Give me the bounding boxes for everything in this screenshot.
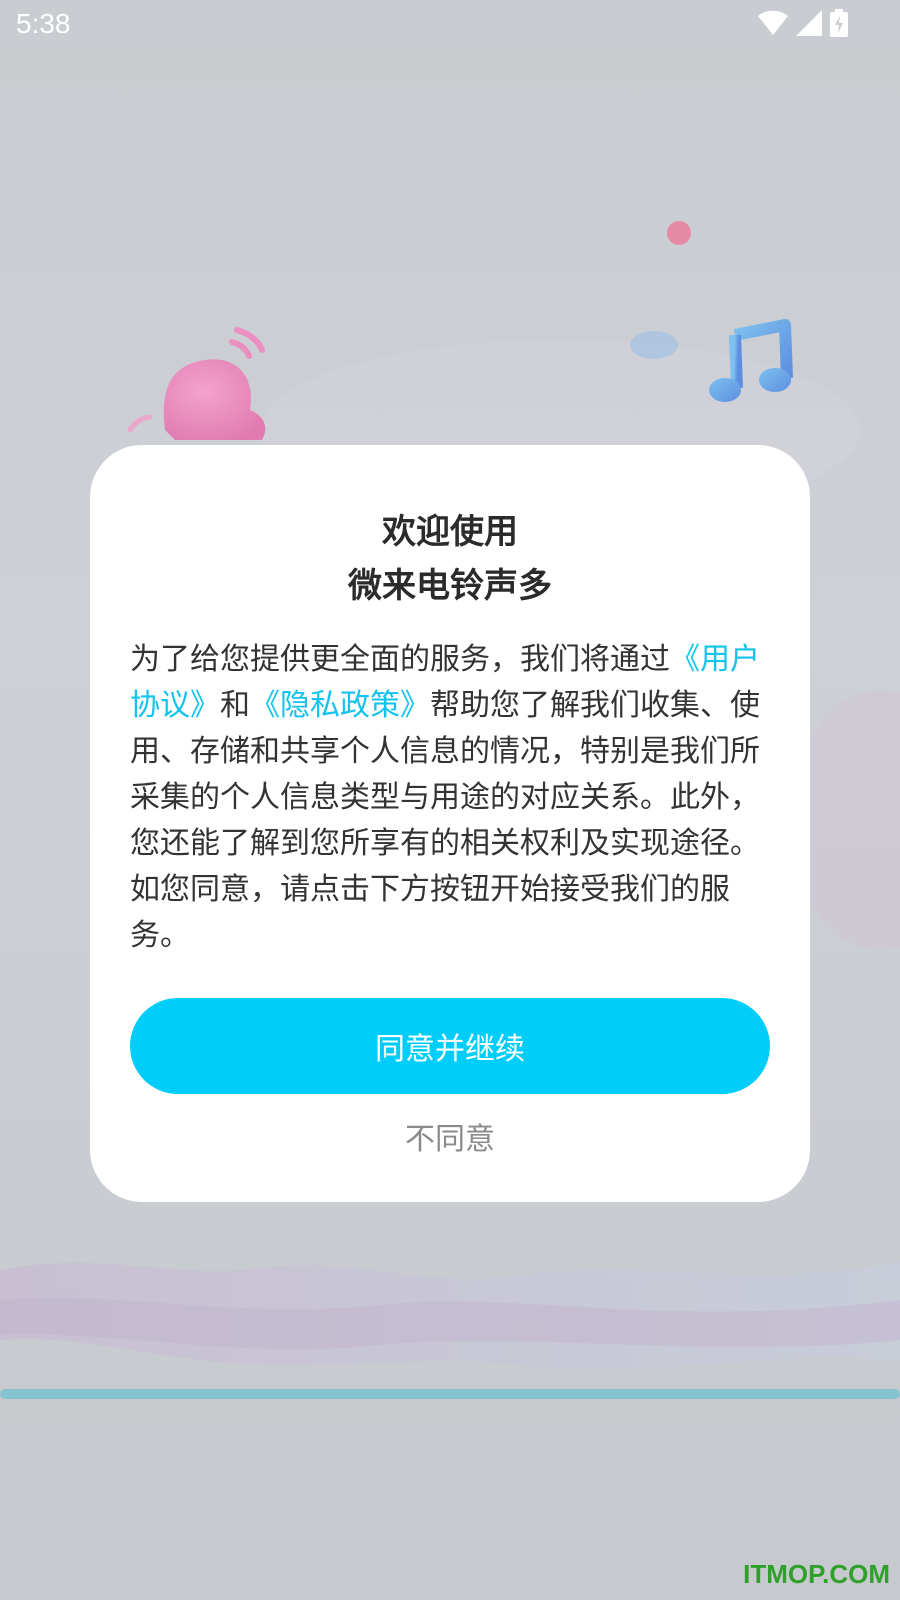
dialog-title: 欢迎使用 微来电铃声多: [90, 505, 810, 613]
watermark-text: ITMOP.COM: [743, 1559, 890, 1589]
battery-charging-icon: [830, 9, 848, 37]
status-icons: [758, 9, 848, 37]
disagree-button[interactable]: 不同意: [90, 1111, 810, 1161]
cellular-signal-icon: [796, 10, 822, 36]
status-time: 5:38: [16, 8, 71, 39]
privacy-consent-dialog: 欢迎使用 微来电铃声多 为了给您提供更全面的服务，我们将通过《用户协议》和《隐私…: [90, 445, 810, 1202]
title-line-welcome: 欢迎使用: [382, 512, 518, 552]
privacy-policy-link[interactable]: 《隐私政策》: [250, 688, 430, 723]
wifi-icon: [758, 10, 788, 35]
body-text-part1: 为了给您提供更全面的服务，我们将通过: [130, 642, 670, 677]
title-line-app-name: 微来电铃声多: [348, 566, 552, 606]
loading-progress-bar: [0, 1389, 900, 1399]
dialog-body-text: 为了给您提供更全面的服务，我们将通过《用户协议》和《隐私政策》帮助您了解我们收集…: [130, 637, 770, 959]
body-text-part3: 帮助您了解我们收集、使用、存储和共享个人信息的情况，特别是我们所采集的个人信息类…: [130, 688, 760, 953]
body-text-part2: 和: [220, 688, 250, 723]
bell-decoration: [127, 327, 266, 440]
status-bar: 5:38: [0, 0, 900, 50]
pink-dot-decoration: [667, 221, 691, 245]
agree-continue-button[interactable]: 同意并继续: [130, 998, 770, 1094]
